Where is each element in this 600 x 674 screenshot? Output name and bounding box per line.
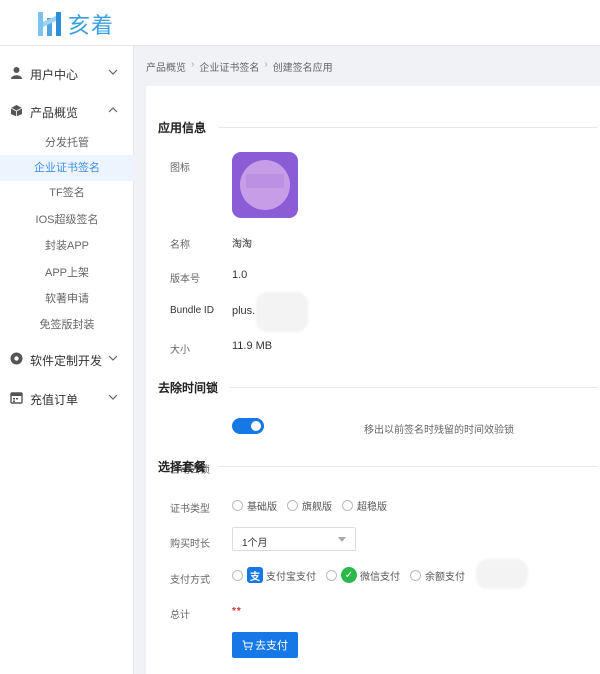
size-value: 11.9 MB — [232, 340, 273, 352]
wechat-pay-icon: ✓ — [341, 567, 357, 583]
breadcrumb-item[interactable]: 产品概览 — [146, 59, 186, 74]
sidebar-subitem-package-app[interactable]: 封装APP — [0, 233, 134, 259]
radio-circle[interactable] — [287, 500, 298, 511]
version-value: 1.0 — [232, 269, 248, 281]
section-title-text: 选择套餐 — [158, 460, 207, 474]
main-content: 产品概览 › 企业证书签名 › 创建签名应用 应用信息 图标 名称 淘淘 版本号… — [134, 46, 600, 674]
logo-text: 亥着 — [68, 14, 115, 39]
gear-icon — [10, 352, 23, 365]
sidebar-subitem-copyright[interactable]: 软著申请 — [0, 286, 134, 312]
radio-label: 微信支付 — [360, 571, 400, 583]
bundle-id-value: plus. — [232, 305, 256, 317]
caret-down-icon — [338, 537, 346, 542]
payment-method-label: 支付方式 — [170, 575, 210, 586]
payment-option-alipay[interactable]: 支 支付宝支付 — [232, 567, 316, 583]
version-label: 版本号 — [170, 274, 200, 285]
sidebar-item-recharge-orders[interactable]: 充值订单 — [0, 383, 134, 413]
radio-label: 基础版 — [247, 502, 277, 513]
pay-button-label: 去支付 — [255, 640, 288, 652]
redaction-blur — [476, 559, 528, 589]
section-divider — [230, 387, 598, 388]
top-bar: 亥着 — [0, 0, 600, 46]
logo-mark-icon — [38, 12, 61, 36]
breadcrumb-separator: › — [191, 59, 195, 70]
cert-option-flagship[interactable]: 旗舰版 — [287, 498, 332, 513]
radio-circle[interactable] — [326, 569, 337, 581]
chevron-down-icon — [108, 69, 118, 75]
breadcrumb-item[interactable]: 企业证书签名 — [199, 59, 259, 74]
radio-label: 超稳版 — [357, 502, 387, 513]
total-value: ** — [232, 606, 242, 617]
radio-label: 支付宝支付 — [266, 571, 316, 583]
auto-unlock-toggle[interactable] — [232, 418, 264, 434]
sidebar: 用户中心 产品概览 分发托管 企业证书签名 TF签名 IOS超级签名 封装APP… — [0, 46, 134, 674]
logo[interactable]: 亥着 — [36, 7, 114, 41]
section-title-text: 去除时间锁 — [158, 381, 219, 395]
form-card: 应用信息 图标 名称 淘淘 版本号 1.0 Bundle ID plus. 大小… — [146, 86, 600, 674]
chevron-down-icon — [108, 355, 118, 361]
sidebar-subitem-tf-sign[interactable]: TF签名 — [0, 180, 134, 206]
cert-option-stable[interactable]: 超稳版 — [342, 498, 387, 513]
sidebar-subitem-app-listing[interactable]: APP上架 — [0, 260, 134, 286]
sidebar-item-label: 软件定制开发 — [30, 354, 103, 368]
payment-option-balance[interactable]: 余额支付 — [410, 568, 465, 583]
chevron-down-icon — [108, 394, 118, 400]
sidebar-subitem-enterprise-cert[interactable]: 企业证书签名 — [0, 155, 134, 181]
sidebar-subitem-distribution[interactable]: 分发托管 — [0, 130, 134, 156]
user-icon — [11, 67, 22, 79]
sidebar-subitem-free-sign-package[interactable]: 免签版封装 — [0, 312, 134, 338]
section-title-text: 应用信息 — [158, 121, 207, 135]
radio-circle[interactable] — [410, 569, 421, 581]
section-divider — [218, 466, 598, 467]
radio-label: 余额支付 — [425, 571, 465, 583]
calendar-icon — [10, 392, 23, 404]
radio-label: 旗舰版 — [302, 502, 332, 513]
sidebar-item-user-center[interactable]: 用户中心 — [0, 58, 134, 88]
section-divider — [218, 127, 598, 128]
pay-button[interactable]: 去支付 — [232, 632, 298, 658]
redaction-blur — [256, 292, 308, 332]
sidebar-item-custom-dev[interactable]: 软件定制开发 — [0, 344, 134, 374]
cert-option-basic[interactable]: 基础版 — [232, 498, 277, 513]
app-icon-blur — [246, 174, 284, 188]
radio-circle[interactable] — [342, 500, 353, 511]
name-label: 名称 — [170, 240, 190, 251]
bundle-id-label: Bundle ID — [170, 305, 214, 316]
payment-radio-group: 支 支付宝支付 ✓ 微信支付 余额支付 — [232, 567, 475, 583]
app-icon-image — [232, 152, 298, 218]
cart-icon — [242, 640, 253, 650]
box-icon — [10, 105, 23, 117]
breadcrumb-item-current: 创建签名应用 — [272, 63, 333, 74]
total-label: 总计 — [170, 610, 190, 621]
breadcrumb: 产品概览 › 企业证书签名 › 创建签名应用 — [146, 59, 333, 74]
sidebar-subitem-ios-super-sign[interactable]: IOS超级签名 — [0, 207, 134, 233]
duration-label: 购买时长 — [170, 539, 210, 550]
name-value: 淘淘 — [232, 239, 252, 250]
sidebar-item-label: 用户中心 — [30, 68, 79, 82]
sidebar-item-product-overview[interactable]: 产品概览 — [0, 96, 134, 126]
cert-type-label: 证书类型 — [170, 504, 210, 515]
chevron-up-icon — [108, 107, 118, 113]
section-title-app-info: 应用信息 — [158, 119, 598, 136]
toggle-knob — [251, 421, 261, 431]
radio-circle[interactable] — [232, 500, 243, 511]
cert-type-radio-group: 基础版 旗舰版 超稳版 — [232, 498, 397, 513]
alipay-icon: 支 — [247, 567, 263, 583]
duration-selected-value: 1个月 — [242, 538, 268, 549]
breadcrumb-separator: › — [264, 59, 268, 70]
radio-circle[interactable] — [232, 569, 243, 581]
section-title-package: 选择套餐 — [158, 458, 598, 475]
auto-unlock-description: 移出以前签名时残留的时间效验锁 — [364, 425, 514, 436]
icon-label: 图标 — [170, 163, 190, 174]
payment-option-wechat[interactable]: ✓ 微信支付 — [326, 567, 400, 583]
sidebar-item-label: 充值订单 — [30, 393, 79, 407]
size-label: 大小 — [170, 345, 190, 356]
duration-select[interactable]: 1个月 — [232, 527, 356, 551]
sidebar-item-label: 产品概览 — [30, 106, 79, 120]
section-title-time-lock: 去除时间锁 — [158, 379, 598, 396]
